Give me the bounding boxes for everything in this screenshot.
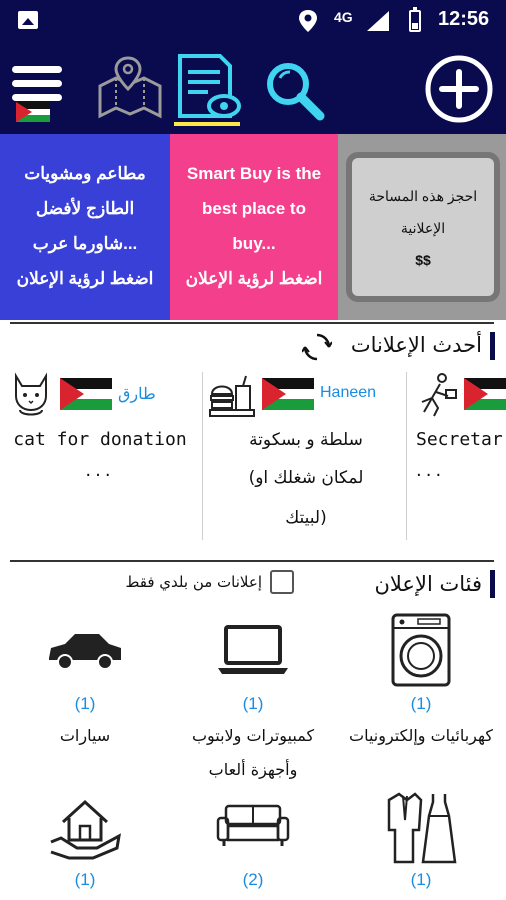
only-local-filter[interactable]: إعلانات من بلدي فقط bbox=[88, 568, 298, 600]
ad-user-name: طارق bbox=[118, 386, 156, 403]
category-count: (1) bbox=[74, 694, 96, 713]
category-count: (1) bbox=[410, 694, 432, 713]
status-bar: 4G 12:56 bbox=[0, 0, 506, 42]
category-electronics[interactable]: (1) كهربائيات وإلكترونيات bbox=[336, 606, 506, 786]
banner-cta: اضغط لرؤية الإعلان bbox=[16, 269, 154, 288]
category-clothes[interactable]: (1) bbox=[336, 790, 506, 900]
section-accent bbox=[490, 570, 495, 598]
ad-more: ... bbox=[85, 460, 115, 481]
card-divider bbox=[406, 372, 407, 540]
active-tab-indicator bbox=[174, 122, 240, 126]
clothes-icon bbox=[387, 792, 457, 864]
menu-icon bbox=[12, 66, 62, 73]
image-notification-icon bbox=[18, 11, 38, 29]
jordan-flag-icon bbox=[16, 102, 50, 122]
car-icon bbox=[49, 634, 121, 670]
banner-line: شاورما عرب... bbox=[32, 234, 138, 253]
category-name: سيارات bbox=[59, 726, 111, 745]
section-divider bbox=[10, 560, 494, 562]
category-count: (2) bbox=[242, 870, 264, 889]
categories-title: فئات الإعلان bbox=[374, 572, 482, 596]
banner-line: الطازج لأفضل bbox=[35, 199, 135, 218]
section-accent bbox=[490, 332, 495, 360]
only-local-checkbox[interactable] bbox=[270, 570, 294, 594]
category-name: كهربائيات وإلكترونيات bbox=[349, 726, 493, 745]
category-cars[interactable]: (1) سيارات bbox=[0, 606, 170, 786]
jordan-flag-icon bbox=[262, 378, 314, 410]
banner-line: الإعلانية bbox=[400, 220, 446, 236]
office-worker-icon bbox=[421, 373, 457, 417]
refresh-icon[interactable] bbox=[302, 332, 332, 362]
banner-restaurant[interactable]: مطاعم ومشويات الطازج لأفضل شاورما عرب...… bbox=[0, 134, 170, 320]
search-icon[interactable] bbox=[262, 58, 326, 122]
sofa-icon bbox=[216, 804, 290, 846]
ad-card[interactable]: Secretar ... bbox=[408, 368, 506, 540]
ad-title: (لمكان شغلك او bbox=[248, 468, 364, 488]
map-pin-icon[interactable] bbox=[96, 56, 164, 120]
latest-ads-title: أحدث الإعلانات bbox=[350, 333, 482, 357]
burger-meal-icon bbox=[209, 375, 255, 417]
category-count: (1) bbox=[410, 870, 432, 889]
ad-title: Secretar bbox=[416, 429, 503, 450]
banner-reserve-space[interactable]: احجز هذه المساحة الإعلانية $$ bbox=[338, 134, 506, 320]
house-hand-icon bbox=[50, 799, 121, 860]
reserve-space-box: احجز هذه المساحة الإعلانية $$ bbox=[346, 152, 500, 302]
category-name: وأجهزة ألعاب bbox=[208, 760, 298, 779]
location-icon bbox=[299, 10, 317, 32]
banner-smart-buy[interactable]: Smart Buy is the best place to buy... اض… bbox=[170, 134, 338, 320]
cat-icon bbox=[15, 372, 47, 416]
banner-line: مطاعم ومشويات bbox=[24, 164, 146, 183]
signal-icon bbox=[367, 11, 389, 31]
ad-title: لبيتك) bbox=[285, 508, 327, 528]
ad-title: سلطة و بسكوتة bbox=[249, 430, 363, 450]
banner-cta: اضغط لرؤية الإعلان bbox=[185, 269, 323, 288]
ad-card[interactable]: Haneen سلطة و بسكوتة (لمكان شغلك او لبيت… bbox=[204, 368, 404, 540]
banner-price: $$ bbox=[415, 252, 431, 268]
jordan-flag-icon bbox=[464, 378, 506, 410]
category-count: (1) bbox=[74, 870, 96, 889]
ad-user-name: Haneen bbox=[320, 384, 377, 401]
card-divider bbox=[202, 372, 203, 540]
section-divider bbox=[10, 322, 494, 324]
category-furniture[interactable]: (2) bbox=[168, 790, 338, 900]
ad-title: cat for donation bbox=[13, 429, 187, 450]
battery-icon bbox=[409, 7, 421, 32]
menu-icon-bar bbox=[12, 94, 62, 101]
clock: 12:56 bbox=[438, 8, 490, 30]
ad-banners: مطاعم ومشويات الطازج لأفضل شاورما عرب...… bbox=[0, 134, 506, 320]
only-local-label: إعلانات من بلدي فقط bbox=[125, 573, 262, 591]
jordan-flag-icon bbox=[60, 378, 112, 410]
category-name: كمبيوترات ولابتوب bbox=[191, 726, 315, 745]
banner-line: Smart Buy is the bbox=[186, 164, 322, 183]
category-real-estate[interactable]: (1) bbox=[0, 790, 170, 900]
banner-line: احجز هذه المساحة bbox=[368, 188, 478, 204]
ad-card[interactable]: طارق cat for donation ... bbox=[0, 368, 200, 540]
laptop-icon bbox=[218, 625, 288, 674]
category-computers[interactable]: (1) كمبيوترات ولابتوب وأجهزة ألعاب bbox=[168, 606, 338, 786]
category-count: (1) bbox=[242, 694, 264, 713]
app-toolbar bbox=[0, 42, 506, 134]
ad-more: ... bbox=[416, 460, 446, 481]
banner-line: best place to bbox=[202, 199, 306, 218]
washing-machine-icon bbox=[391, 613, 451, 687]
network-type: 4G bbox=[334, 9, 353, 25]
add-circle-icon[interactable] bbox=[424, 54, 494, 124]
menu-icon-bar bbox=[12, 80, 62, 87]
list-view-icon[interactable] bbox=[172, 50, 242, 130]
banner-line: buy... bbox=[232, 234, 276, 253]
